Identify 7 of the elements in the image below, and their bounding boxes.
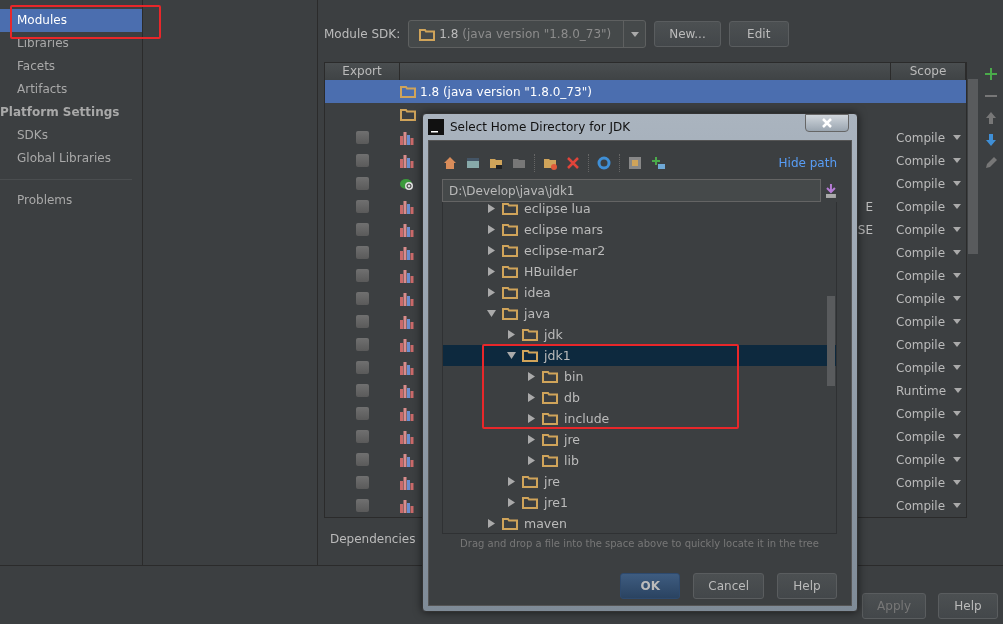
dependency-name: 1.8 (java version "1.8.0_73") [420, 84, 592, 99]
footer-text: Dependencies [330, 532, 416, 546]
field-label: Module SDK: [324, 27, 401, 41]
dependency-name: E [865, 199, 873, 214]
section-header: Platform Settings [0, 104, 121, 121]
dependency-name: SE [857, 222, 873, 237]
dialog-title: Select Home Directory for JDK [450, 120, 631, 134]
